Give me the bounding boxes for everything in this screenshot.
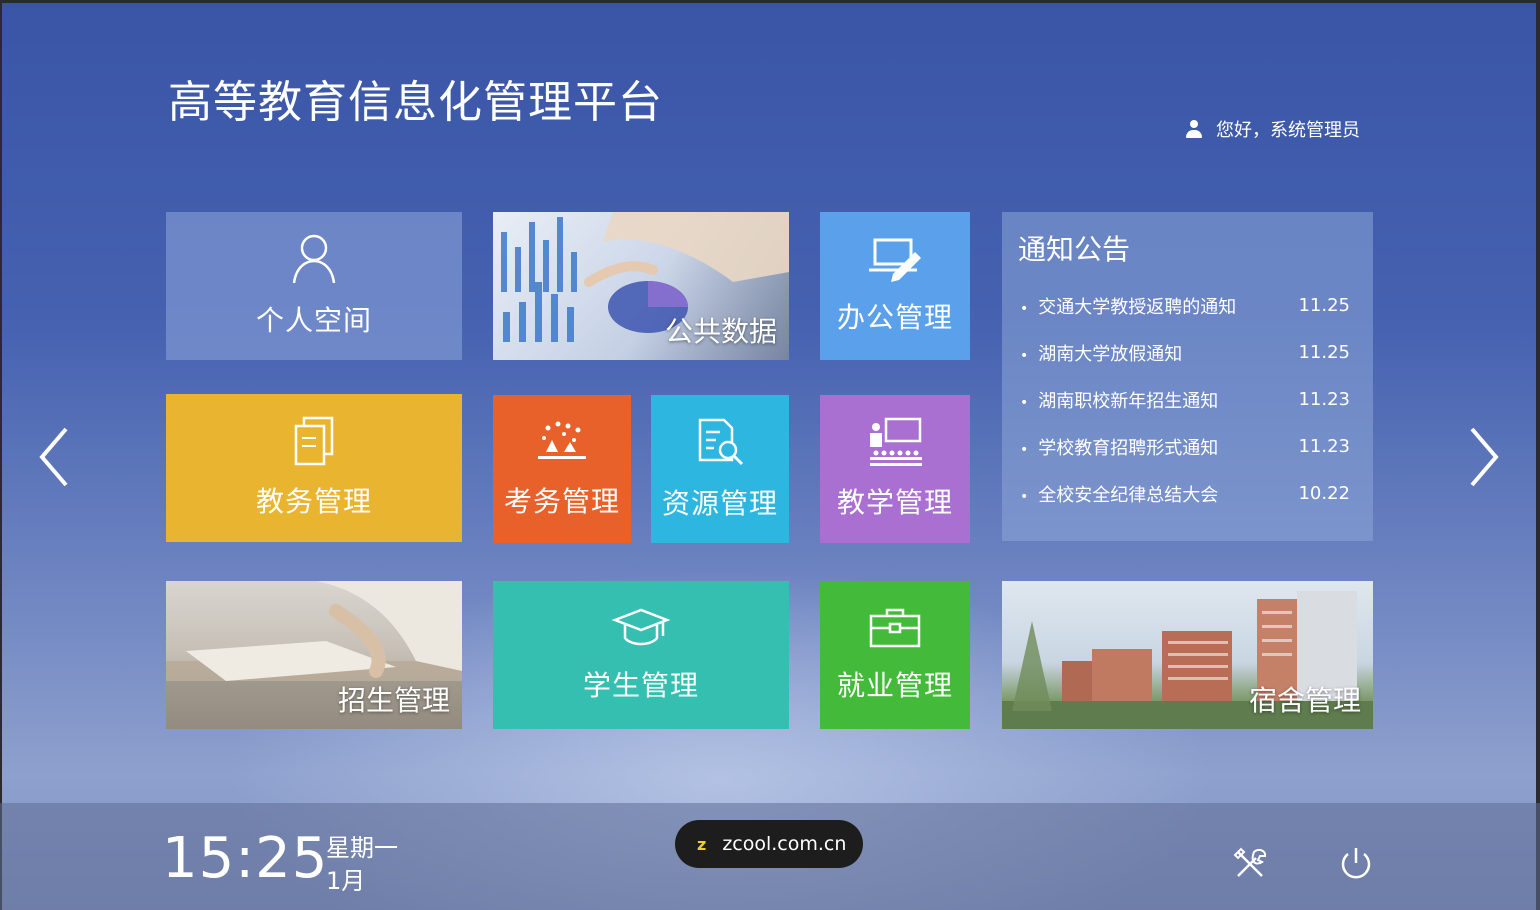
window-left-border (0, 0, 2, 910)
tile-personal-space[interactable]: 个人空间 (166, 212, 462, 360)
tile-public-data[interactable]: 公共数据 (493, 212, 789, 360)
watermark-badge: z zcool.com.cn (675, 820, 863, 868)
notice-board: 通知公告 交通大学教授返聘的通知11.25 湖南大学放假通知11.25 湖南职校… (1002, 212, 1373, 541)
user-greeting[interactable]: 您好，系统管理员 (1186, 116, 1360, 142)
tile-employment-management[interactable]: 就业管理 (820, 581, 970, 729)
tile-resource-management[interactable]: 资源管理 (651, 395, 789, 543)
window-right-border (1536, 0, 1540, 910)
window-top-border (0, 0, 1540, 3)
tile-dormitory-management[interactable]: 宿舍管理 (1002, 581, 1373, 729)
tile-academic-affairs[interactable]: 教务管理 (166, 394, 462, 542)
laptop-pen-icon (867, 236, 923, 282)
tile-label: 教学管理 (836, 486, 953, 519)
chevron-right-icon[interactable] (1464, 425, 1504, 489)
chevron-left-icon[interactable] (34, 425, 74, 489)
tile-label: 办公管理 (836, 301, 953, 334)
tile-label: 公共数据 (664, 315, 777, 348)
tile-label: 个人空间 (255, 304, 372, 337)
tile-label: 招生管理 (337, 684, 450, 717)
tile-enrollment-management[interactable]: 招生管理 (166, 581, 462, 729)
notice-item[interactable]: 全校安全纪律总结大会10.22 (1018, 470, 1357, 517)
notice-item[interactable]: 学校教育招聘形式通知11.23 (1018, 423, 1357, 470)
notice-item[interactable]: 湖南职校新年招生通知11.23 (1018, 376, 1357, 423)
tile-teaching-management[interactable]: 教学管理 (820, 395, 970, 543)
notice-title: 通知公告 (1018, 233, 1131, 266)
tile-label: 就业管理 (836, 669, 953, 702)
tile-label: 宿舍管理 (1248, 684, 1361, 717)
tile-label: 资源管理 (661, 487, 778, 520)
notice-item[interactable]: 交通大学教授返聘的通知11.25 (1018, 282, 1357, 329)
tile-label: 学生管理 (582, 669, 699, 702)
watermark-text: zcool.com.cn (722, 833, 847, 855)
tools-icon[interactable] (1232, 846, 1268, 882)
user-icon (1186, 120, 1202, 138)
month-label: 1月 (326, 867, 366, 895)
tile-label: 教务管理 (255, 485, 372, 518)
document-search-icon (694, 416, 746, 468)
exam-icon (534, 418, 590, 466)
graduation-cap-icon (611, 606, 671, 650)
weekday-label: 星期一 (326, 834, 398, 862)
tile-exam-management[interactable]: 考务管理 (493, 395, 631, 543)
watermark-logo: z (697, 834, 707, 854)
greeting-text: 您好，系统管理员 (1216, 120, 1360, 141)
briefcase-icon (868, 606, 922, 650)
person-icon (291, 233, 337, 285)
classroom-icon (866, 417, 924, 467)
page-title: 高等教育信息化管理平台 (168, 77, 663, 128)
notice-item[interactable]: 湖南大学放假通知11.25 (1018, 329, 1357, 376)
tile-student-management[interactable]: 学生管理 (493, 581, 789, 729)
power-icon[interactable] (1337, 845, 1375, 883)
tile-label: 考务管理 (503, 485, 620, 518)
documents-icon (292, 416, 336, 466)
clock-time: 15:25 (162, 826, 329, 891)
tile-office-management[interactable]: 办公管理 (820, 212, 970, 360)
